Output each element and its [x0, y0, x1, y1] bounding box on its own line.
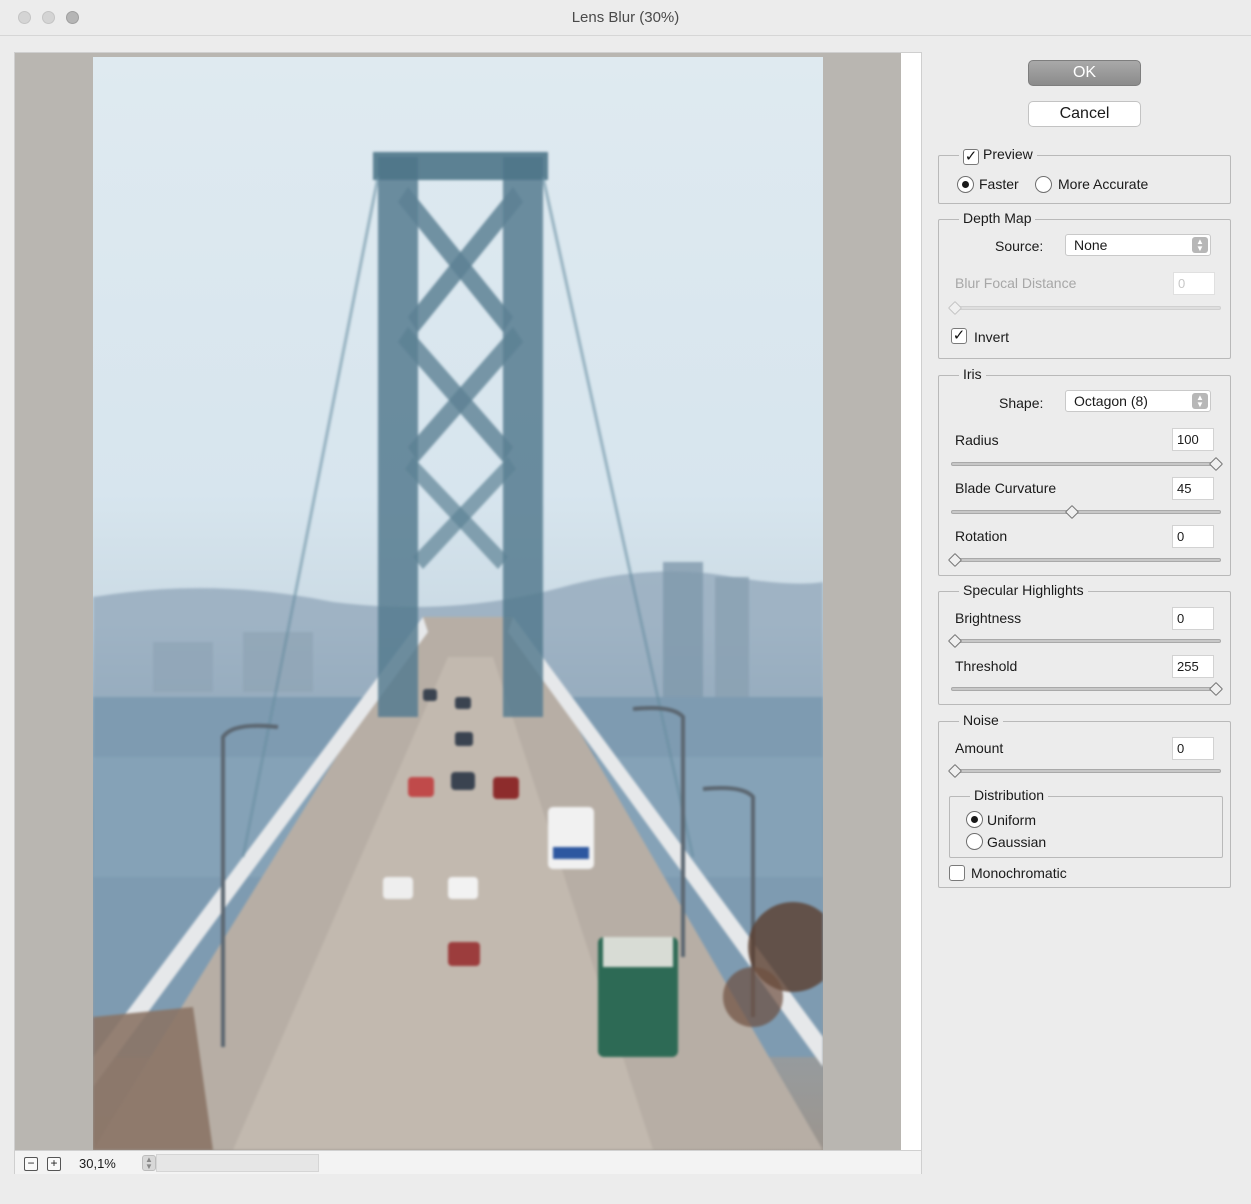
- blade-curvature-slider[interactable]: [951, 510, 1221, 514]
- brightness-thumb[interactable]: [947, 633, 963, 649]
- distribution-group: Distribution Uniform Gaussian: [949, 787, 1223, 858]
- blade-curvature-label: Blade Curvature: [955, 480, 1057, 496]
- blur-focal-distance-slider[interactable]: [951, 306, 1221, 310]
- specular-highlights-group: Specular Highlights Brightness 0 Thresho…: [938, 582, 1231, 705]
- radius-field[interactable]: 100: [1172, 428, 1214, 451]
- gaussian-label: Gaussian: [987, 834, 1047, 850]
- shape-select[interactable]: Octagon (8) ▲ ▼: [1065, 390, 1211, 412]
- ok-button[interactable]: OK: [1028, 60, 1141, 86]
- monochromatic-label: Monochromatic: [971, 865, 1067, 881]
- radius-label: Radius: [955, 432, 999, 448]
- preview-label: Preview: [983, 146, 1033, 162]
- source-select[interactable]: None ▲ ▼: [1065, 234, 1211, 256]
- monochromatic-checkbox[interactable]: [949, 865, 965, 881]
- threshold-thumb[interactable]: [1208, 681, 1224, 697]
- radius-thumb[interactable]: [1208, 456, 1224, 472]
- preview-legend: ✓ Preview: [959, 146, 1037, 165]
- amount-field[interactable]: 0: [1172, 737, 1214, 760]
- blur-focal-distance-label: Blur Focal Distance: [955, 275, 1077, 291]
- zoom-scroll-track[interactable]: [156, 1154, 319, 1172]
- uniform-label: Uniform: [987, 812, 1037, 828]
- preview-checkbox[interactable]: ✓: [963, 149, 979, 165]
- rotation-thumb[interactable]: [947, 552, 963, 568]
- threshold-slider[interactable]: [951, 687, 1221, 691]
- iris-legend: Iris: [959, 366, 986, 382]
- more-accurate-radio[interactable]: [1035, 176, 1052, 193]
- zoom-bar: − + 30,1% ▲ ▼: [15, 1150, 921, 1174]
- threshold-field[interactable]: 255: [1172, 655, 1214, 678]
- bridge-photo: [93, 152, 823, 1150]
- zoom-out-button[interactable]: −: [24, 1157, 38, 1171]
- noise-legend: Noise: [959, 712, 1003, 728]
- amount-slider[interactable]: [951, 769, 1221, 773]
- more-accurate-label: More Accurate: [1058, 176, 1149, 192]
- cancel-button[interactable]: Cancel: [1028, 101, 1141, 127]
- invert-label: Invert: [974, 329, 1010, 345]
- faster-radio[interactable]: [957, 176, 974, 193]
- zoom-in-button[interactable]: +: [47, 1157, 61, 1171]
- depth-map-legend: Depth Map: [959, 210, 1036, 226]
- gaussian-radio[interactable]: [966, 833, 983, 850]
- blur-focal-distance-field[interactable]: 0: [1173, 272, 1215, 295]
- noise-group: Noise Amount 0 Distribution Uniform Gaus…: [938, 712, 1231, 888]
- lens-blur-dialog: Lens Blur (30%) − + 30,1% ▲ ▼ OK Cancel …: [0, 0, 1251, 1204]
- zoom-stepper[interactable]: ▲ ▼: [142, 1155, 156, 1171]
- distribution-legend: Distribution: [970, 787, 1049, 803]
- chevron-updown-icon: ▲ ▼: [1192, 237, 1208, 253]
- blade-curvature-thumb[interactable]: [1064, 504, 1080, 520]
- source-label: Source:: [995, 238, 1044, 254]
- brightness-slider[interactable]: [951, 639, 1221, 643]
- preview-image[interactable]: [93, 57, 823, 1150]
- blur-focal-distance-thumb[interactable]: [947, 300, 963, 316]
- zoom-value[interactable]: 30,1%: [79, 1156, 116, 1171]
- uniform-radio[interactable]: [966, 811, 983, 828]
- specular-highlights-legend: Specular Highlights: [959, 582, 1088, 598]
- invert-checkbox[interactable]: ✓: [951, 328, 967, 344]
- shape-value: Octagon (8): [1074, 393, 1148, 409]
- rotation-field[interactable]: 0: [1172, 525, 1214, 548]
- title-bar: Lens Blur (30%): [0, 0, 1251, 36]
- blade-curvature-field[interactable]: 45: [1172, 477, 1214, 500]
- depth-map-group: Depth Map Source: None ▲ ▼ Blur Focal Dis…: [938, 210, 1231, 359]
- shape-label: Shape:: [999, 395, 1044, 411]
- amount-label: Amount: [955, 740, 1004, 756]
- rotation-label: Rotation: [955, 528, 1008, 544]
- amount-thumb[interactable]: [947, 763, 963, 779]
- preview-group: ✓ Preview Faster More Accurate: [938, 146, 1231, 204]
- faster-label: Faster: [979, 176, 1019, 192]
- source-value: None: [1074, 237, 1108, 253]
- window-title: Lens Blur (30%): [571, 9, 680, 26]
- rotation-slider[interactable]: [951, 558, 1221, 562]
- brightness-field[interactable]: 0: [1172, 607, 1214, 630]
- chevron-updown-icon: ▲ ▼: [1192, 393, 1208, 409]
- radius-slider[interactable]: [951, 462, 1221, 466]
- threshold-label: Threshold: [955, 658, 1018, 674]
- brightness-label: Brightness: [955, 610, 1022, 626]
- iris-group: Iris Shape: Octagon (8) ▲ ▼ Radius 100 Bl…: [938, 366, 1231, 576]
